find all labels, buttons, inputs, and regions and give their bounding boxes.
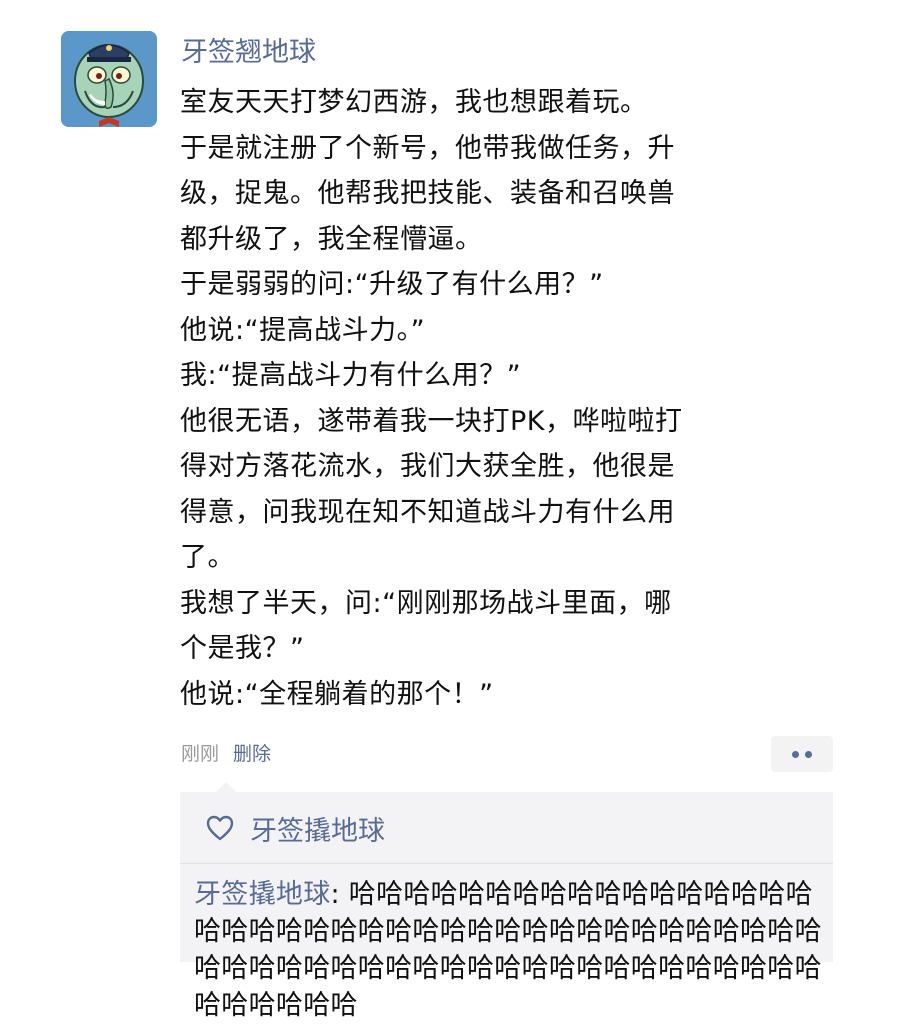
like-user-name[interactable]: 牙签撬地球 <box>250 809 385 848</box>
post-line: 得对方落花流水，我们大获全胜，他很是 <box>180 451 675 482</box>
post-line: 他说:“提高战斗力。” <box>180 314 426 346</box>
interaction-panel: 牙签撬地球 牙签撬地球: 哈哈哈哈哈哈哈哈哈哈哈哈哈哈哈哈哈哈哈哈哈哈哈哈哈哈哈… <box>180 782 833 1021</box>
post-line: 我:“提高战斗力有什么用？” <box>180 360 522 391</box>
post-meta: 刚刚 删除 <box>181 740 271 768</box>
more-dots-icon <box>805 751 812 758</box>
post-line: 个是我？” <box>180 633 305 664</box>
post-text: 室友天天打梦幻西游，我也想跟着玩。 于是就注册了个新号，他带我做任务，升 级，捉… <box>180 80 780 717</box>
heart-icon <box>206 815 234 841</box>
delete-link[interactable]: 删除 <box>233 743 271 765</box>
post-line: 得意，问我现在知不知道战斗力有什么用 <box>180 496 675 528</box>
more-dots-icon <box>792 751 799 758</box>
divider <box>180 863 833 864</box>
post-line: 于是弱弱的问:“升级了有什么用？” <box>180 269 604 300</box>
post-line: 我想了半天，问:“刚刚那场战斗里面，哪 <box>180 587 672 619</box>
comment-separator: : <box>330 879 349 910</box>
likes-row: 牙签撬地球 <box>206 808 385 848</box>
squidward-avatar-icon <box>61 31 157 127</box>
post-line: 他说:“全程躺着的那个！” <box>180 678 494 710</box>
post-line: 于是就注册了个新号，他带我做任务，升 <box>180 132 675 164</box>
post-line: 级，捉鬼。他帮我把技能、装备和召唤兽 <box>180 178 675 209</box>
comment-item[interactable]: 牙签撬地球: 哈哈哈哈哈哈哈哈哈哈哈哈哈哈哈哈哈哈哈哈哈哈哈哈哈哈哈哈哈哈哈哈哈… <box>194 876 824 1024</box>
more-button[interactable] <box>771 736 833 772</box>
post-line: 他很无语，遂带着我一块打PK，哗啦啦打 <box>180 405 683 437</box>
post-author-name[interactable]: 牙签翘地球 <box>181 33 316 73</box>
post-line: 室友天天打梦幻西游，我也想跟着玩。 <box>180 87 648 118</box>
post-line: 都升级了，我全程懵逼。 <box>180 223 483 255</box>
post-time: 刚刚 <box>181 743 220 765</box>
comment-author[interactable]: 牙签撬地球 <box>194 879 331 910</box>
post-line: 了。 <box>180 542 235 573</box>
avatar[interactable] <box>61 31 157 127</box>
